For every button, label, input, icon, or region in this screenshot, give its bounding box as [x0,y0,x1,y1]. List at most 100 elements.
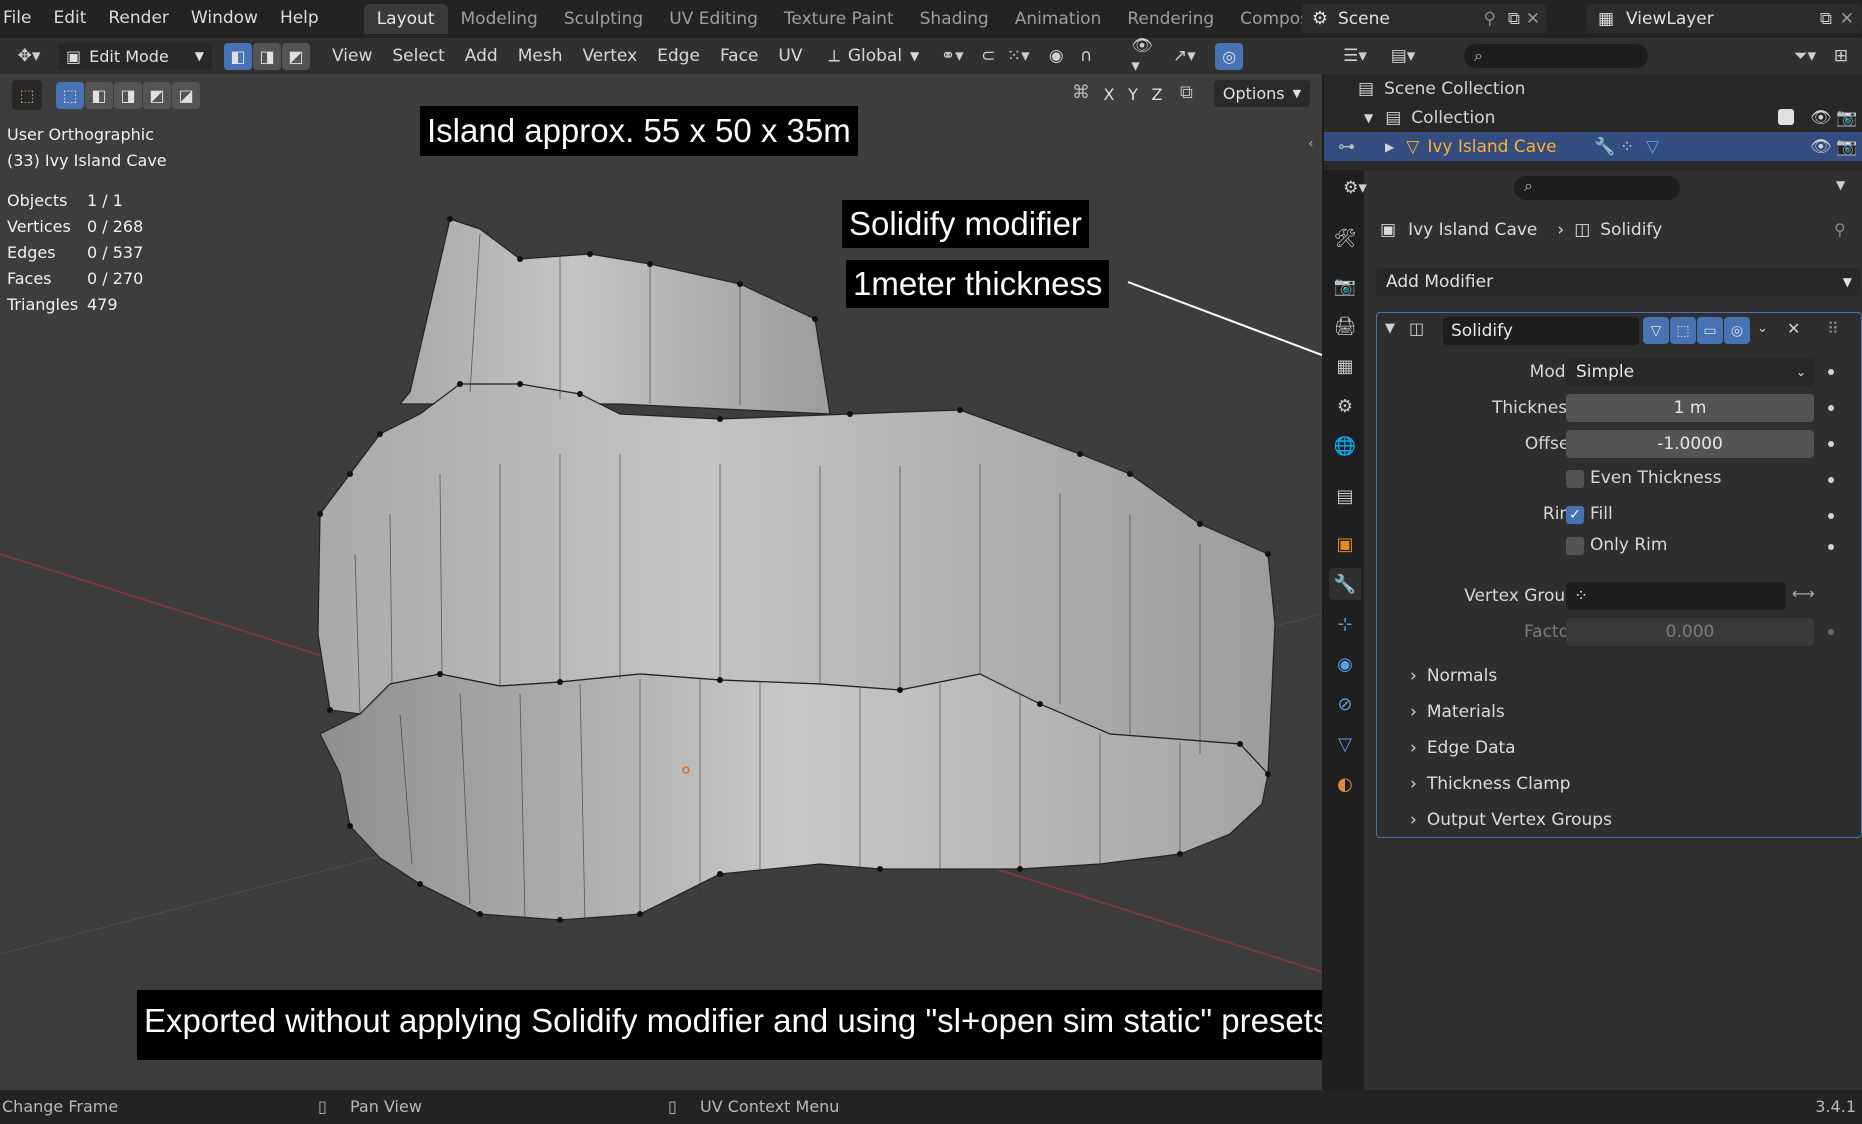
vertex-group-field[interactable]: ⁘ [1566,582,1786,610]
keyframe-dot[interactable] [1828,369,1834,375]
subpanel-edge-data[interactable]: › Edge Data [1410,738,1516,758]
modifier-tab-icon[interactable]: 🔧 [1329,568,1361,600]
invert-arrows-icon[interactable]: ⟷ [1792,584,1815,603]
edge-select-button[interactable]: ◨ [253,42,281,70]
vertex-group-icon[interactable]: ⁘ [1620,137,1634,157]
edit-cage-button[interactable]: ▽ [1643,317,1669,344]
keyframe-dot[interactable] [1828,629,1834,635]
scene-selector[interactable]: ⚙ Scene ⚲ ⧉ ✕ [1302,4,1546,33]
pin-icon[interactable]: ⚲ [1834,220,1846,239]
data-tab-icon[interactable]: ▽ [1329,728,1361,760]
outliner-row-ivy-island-cave[interactable]: ⊶ ▶ ▽ Ivy Island Cave 🔧 ⁘ ▽ 👁 📷 [1324,132,1862,161]
collection-tab-icon[interactable]: ▤ [1329,480,1361,512]
tab-animation[interactable]: Animation [1002,4,1115,34]
display-mode-icon[interactable]: ▤▾ [1382,43,1424,70]
constraints-tab-icon[interactable]: ⊘ [1329,688,1361,720]
delete-viewlayer-icon[interactable]: ✕ [1840,9,1854,29]
pivot-icon[interactable]: ⚭▾ [937,43,967,70]
collapse-sidebar-icon[interactable]: ‹ [1308,136,1314,152]
keyframe-dot[interactable] [1828,513,1834,519]
view-layer-tab-icon[interactable]: ▦ [1329,350,1361,382]
menu-edge[interactable]: Edge [647,46,710,66]
menu-help[interactable]: Help [269,0,330,38]
tab-texture-paint[interactable]: Texture Paint [771,4,907,34]
filter-icon[interactable]: ⏷▾ [1784,43,1826,70]
visibility-icon[interactable]: 👁▾ [1131,36,1161,76]
menu-face[interactable]: Face [710,46,768,66]
subpanel-thickness-clamp[interactable]: › Thickness Clamp [1410,774,1571,794]
snap-target-icon[interactable]: ⁙▾ [1003,43,1033,70]
menu-add[interactable]: Add [455,46,508,66]
outliner-row-scene-collection[interactable]: ▤ Scene Collection [1324,74,1862,103]
menu-view[interactable]: View [322,46,382,66]
expand-arrow-icon[interactable]: ▼ [1364,111,1373,125]
material-tab-icon[interactable]: ◐ [1329,768,1361,800]
tool-tab-icon[interactable]: 🛠 [1329,222,1361,254]
properties-editor-icon[interactable]: ⚙▾ [1334,174,1376,201]
menu-render[interactable]: Render [97,0,180,38]
physics-tab-icon[interactable]: ◉ [1329,648,1361,680]
overlay-icon[interactable]: ◎ [1215,42,1244,70]
tab-modeling[interactable]: Modeling [448,4,551,34]
drag-handle-icon[interactable]: ⠿ [1827,319,1839,338]
viewport-toggle-button[interactable]: ▭ [1697,317,1723,344]
gizmo-icon[interactable]: ↗▾ [1169,43,1199,70]
thickness-field[interactable]: 1 m [1566,394,1814,422]
render-tab-icon[interactable]: 📷 [1329,270,1361,302]
tab-rendering[interactable]: Rendering [1114,4,1227,34]
particles-tab-icon[interactable]: ⊹ [1329,608,1361,640]
close-icon[interactable]: ✕ [1787,319,1800,338]
exclude-checkbox[interactable] [1778,109,1794,125]
mesh-data-icon[interactable]: ▽ [1646,137,1659,157]
modifier-name-field[interactable]: Solidify [1443,317,1639,345]
offset-field[interactable]: -1.0000 [1566,430,1814,458]
render-toggle-button[interactable]: ◎ [1724,317,1750,344]
tab-shading[interactable]: Shading [907,4,1002,34]
wrench-icon[interactable]: 🔧 [1594,137,1615,157]
keyframe-dot[interactable] [1828,405,1834,411]
menu-edit[interactable]: Edit [42,0,97,38]
menu-uv[interactable]: UV [768,46,812,66]
output-tab-icon[interactable]: 🖨 [1329,310,1361,342]
outliner-row-collection[interactable]: ▼ ▤ Collection 👁 📷 [1324,103,1862,132]
new-scene-icon[interactable]: ⧉ [1508,9,1520,29]
mode-dropdown[interactable]: Simple ⌄ [1566,358,1814,386]
orientation-selector[interactable]: ⟂ Global ▼ [828,46,919,66]
scene-tab-icon[interactable]: ⚙ [1329,390,1361,422]
menu-vertex[interactable]: Vertex [572,46,647,66]
mode-selector[interactable]: ▣ Edit Mode ▼ [58,42,212,70]
viewlayer-selector[interactable]: ▦ ViewLayer ⧉ ✕ [1586,4,1862,33]
new-collection-icon[interactable]: ⊞ [1826,43,1856,70]
menu-file[interactable]: File [0,0,42,38]
vertex-select-button[interactable]: ◧ [224,42,252,70]
menu-select[interactable]: Select [382,46,454,66]
collapse-arrow-icon[interactable]: ▼ [1385,321,1395,336]
editor-type-icon[interactable]: ✥▾ [8,43,50,70]
factor-field[interactable]: 0.000 [1566,618,1814,646]
world-tab-icon[interactable]: 🌐 [1329,430,1361,462]
keyframe-dot[interactable] [1828,441,1834,447]
subpanel-materials[interactable]: › Materials [1410,702,1505,722]
subpanel-output-vertex-groups[interactable]: › Output Vertex Groups [1410,810,1612,830]
chevron-down-icon[interactable]: ⌄ [1757,321,1768,336]
menu-mesh[interactable]: Mesh [508,46,573,66]
menu-window[interactable]: Window [180,0,269,38]
outliner-editor-icon[interactable]: ☰▾ [1334,43,1376,70]
tab-layout[interactable]: Layout [363,4,448,34]
object-tab-icon[interactable]: ▣ [1329,528,1361,560]
camera-icon[interactable]: 📷 [1836,137,1857,157]
only-rim-checkbox[interactable] [1566,537,1584,555]
new-viewlayer-icon[interactable]: ⧉ [1820,9,1832,29]
even-thickness-checkbox[interactable] [1566,470,1584,488]
fill-checkbox[interactable]: ✓ [1566,506,1584,524]
tab-sculpting[interactable]: Sculpting [551,4,656,34]
expand-arrow-icon[interactable]: ▶ [1385,140,1394,154]
chevron-down-icon[interactable]: ▼ [1836,178,1845,192]
outliner-search-input[interactable]: ⌕ [1464,44,1648,68]
eye-icon[interactable]: 👁 [1810,137,1832,157]
proportional-edit-icon[interactable]: ◉ [1041,43,1071,70]
camera-icon[interactable]: 📷 [1836,108,1857,128]
add-modifier-button[interactable]: Add Modifier ▼ [1376,268,1860,296]
keyframe-dot[interactable] [1828,477,1834,483]
subpanel-normals[interactable]: › Normals [1410,666,1497,686]
